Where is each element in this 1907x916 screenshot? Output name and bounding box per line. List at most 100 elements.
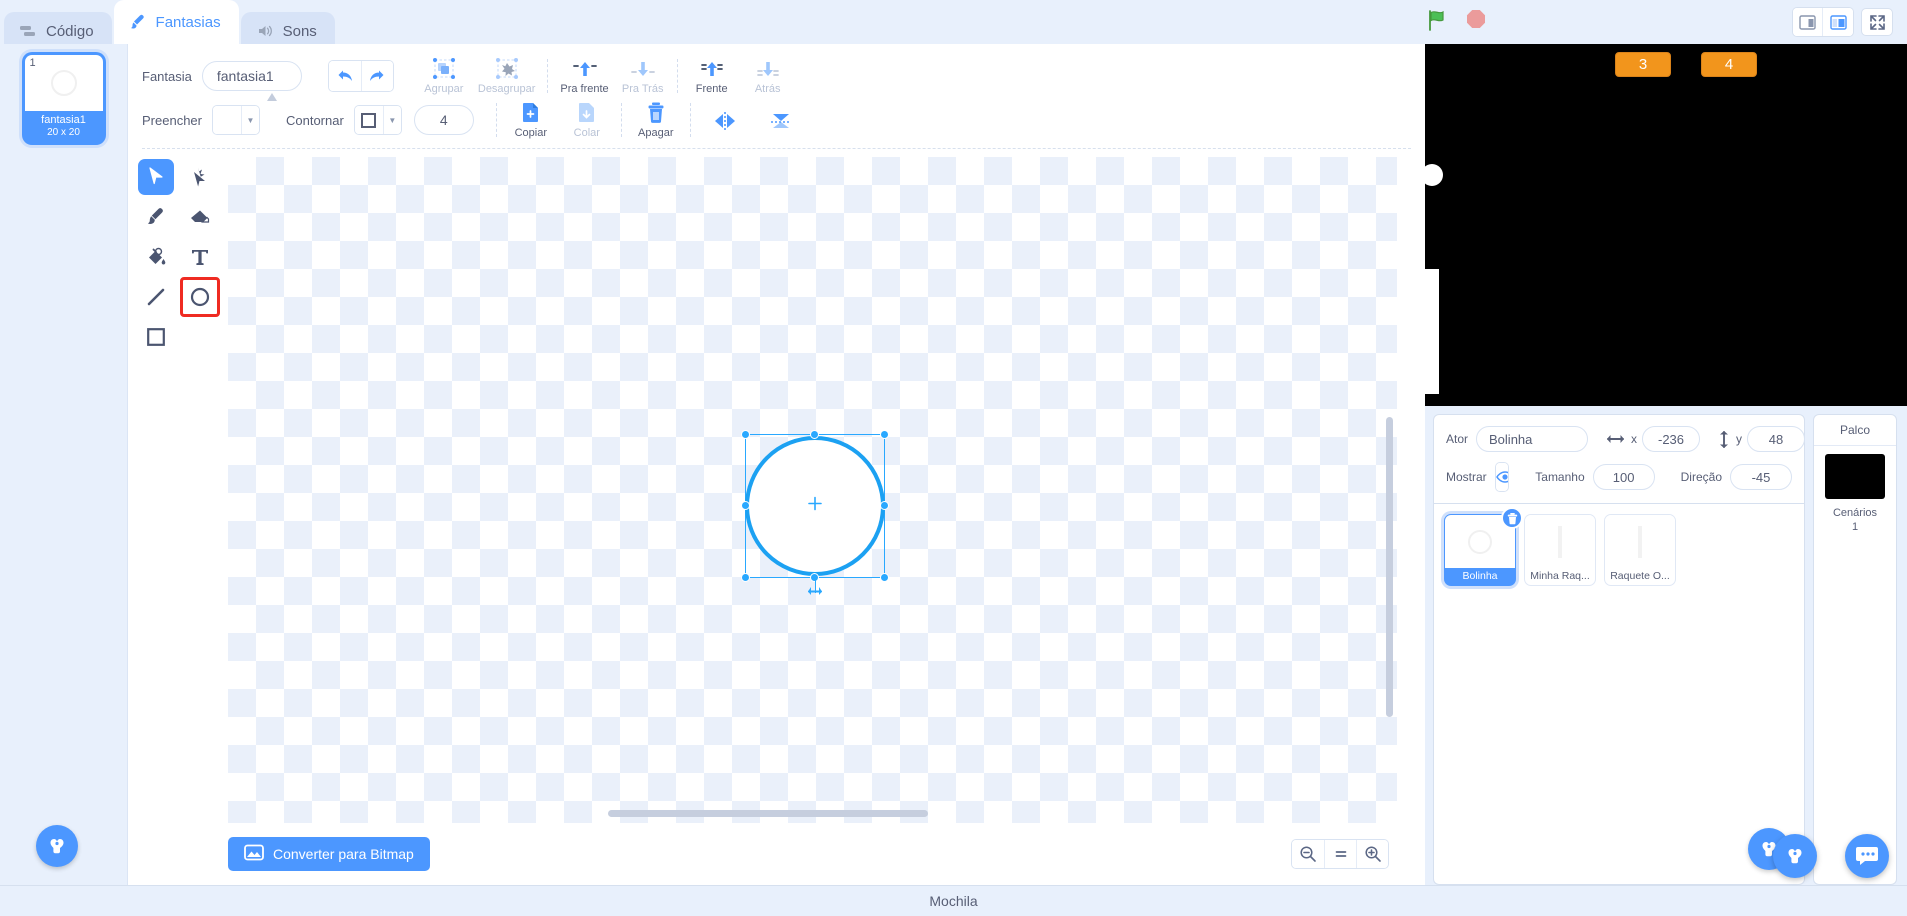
- square-outline-icon: [361, 112, 377, 128]
- resize-handle-bottom-left[interactable]: [741, 573, 750, 582]
- resize-handle-middle-right[interactable]: [880, 501, 889, 510]
- sprite-size-input[interactable]: [1592, 464, 1655, 490]
- chat-button[interactable]: [1845, 834, 1889, 878]
- costume-list-panel: 1 fantasia1 20 x 20: [0, 44, 128, 885]
- delete-button[interactable]: Apagar: [628, 101, 684, 139]
- y-label: y: [1736, 432, 1743, 446]
- circle-tool[interactable]: [180, 277, 220, 317]
- stage-selector-title: Palco: [1839, 423, 1871, 437]
- stage-size-group: [1792, 7, 1854, 37]
- rotation-handle-icon[interactable]: [807, 582, 823, 600]
- backdrops-label: Cenários: [1832, 507, 1878, 519]
- flip-horizontal-icon: [711, 108, 739, 132]
- stage-sprite-paddle-left[interactable]: [1425, 269, 1439, 394]
- stage-sprite-ball[interactable]: [1425, 164, 1443, 186]
- backward-button[interactable]: Pra Trás: [615, 57, 671, 95]
- eraser-tool[interactable]: [182, 199, 218, 235]
- group-button[interactable]: Agrupar: [416, 57, 472, 95]
- convert-to-bitmap-label: Converter para Bitmap: [273, 846, 414, 862]
- help-tutorial-button[interactable]: [1773, 834, 1817, 878]
- add-costume-button[interactable]: [36, 825, 78, 867]
- sprite-panel: Ator x: [1433, 406, 1897, 885]
- resize-handle-middle-left[interactable]: [741, 501, 750, 510]
- fullscreen-icon[interactable]: [1861, 8, 1893, 36]
- resize-handle-top-left[interactable]: [741, 430, 750, 439]
- canvas-outer: [228, 157, 1397, 823]
- delete-sprite-icon[interactable]: [1501, 507, 1523, 529]
- ungroup-button[interactable]: Desagrupar: [472, 57, 541, 95]
- stop-sign-icon[interactable]: [1465, 9, 1487, 36]
- large-stage-icon[interactable]: [1823, 8, 1853, 36]
- backdrops-count: 1: [1851, 521, 1859, 533]
- selection-box[interactable]: [741, 430, 889, 595]
- copy-label: Copiar: [514, 127, 547, 139]
- sprite-info-row-2: Mostrar Tamanho 100 Direção -45: [1446, 462, 1792, 492]
- costume-name-input[interactable]: [201, 61, 302, 91]
- main-area: 1 fantasia1 20 x 20 Fantasia fantasia1 A…: [0, 44, 1907, 885]
- outline-color-picker[interactable]: ▼: [353, 105, 402, 135]
- convert-to-bitmap-button[interactable]: Converter para Bitmap: [228, 837, 430, 871]
- flip-horizontal-button[interactable]: [697, 108, 753, 132]
- brush-tool[interactable]: [138, 199, 174, 235]
- sprite-card-raquete-oponente[interactable]: Raquete O...: [1604, 514, 1676, 586]
- vertical-arrow-icon: [1718, 430, 1730, 449]
- sprite-x-input[interactable]: [1642, 426, 1701, 452]
- forward-button[interactable]: Pra frente: [554, 57, 614, 95]
- line-tool[interactable]: [138, 279, 174, 315]
- flip-vertical-button[interactable]: [753, 108, 809, 132]
- sprite-preview-circle: [1468, 529, 1492, 554]
- tab-codigo-label: Código: [46, 22, 94, 40]
- zoom-in-icon[interactable]: [1356, 840, 1388, 868]
- front-button[interactable]: Frente: [684, 57, 740, 95]
- show-button[interactable]: [1495, 463, 1509, 491]
- copy-button[interactable]: Copiar: [503, 101, 559, 139]
- stroke-width-input[interactable]: [413, 105, 474, 135]
- backpack-bar[interactable]: Mochila: [0, 885, 1907, 916]
- stage[interactable]: 3 4: [1425, 44, 1907, 406]
- canvas-vertical-scrollbar[interactable]: [1386, 417, 1393, 717]
- sprite-name-bolinha: Bolinha: [1462, 570, 1498, 582]
- fill-color-picker[interactable]: ▼: [211, 105, 260, 135]
- stage-selector-divider: [1814, 445, 1896, 446]
- sprite-y-input[interactable]: [1747, 426, 1806, 452]
- tab-fantasias[interactable]: Fantasias: [113, 0, 239, 44]
- sprite-main-column: Ator x: [1433, 414, 1806, 885]
- paint-body: Converter para Bitmap: [128, 149, 1425, 885]
- costume-item-1[interactable]: 1 fantasia1 20 x 20: [21, 52, 106, 145]
- green-flag-icon[interactable]: [1425, 8, 1449, 37]
- undo-icon[interactable]: [328, 61, 361, 91]
- x-label: x: [1631, 432, 1638, 446]
- resize-handle-bottom-right[interactable]: [880, 573, 889, 582]
- canvas-area: Converter para Bitmap: [220, 149, 1425, 885]
- backpack-label: Mochila: [929, 893, 978, 909]
- back-button[interactable]: Atrás: [740, 57, 796, 95]
- sprite-name-input[interactable]: [1476, 426, 1589, 452]
- small-stage-icon[interactable]: [1793, 8, 1823, 36]
- zoom-out-icon[interactable]: [1292, 840, 1324, 868]
- show-label: Mostrar: [1446, 470, 1487, 484]
- redo-icon[interactable]: [360, 61, 393, 91]
- toolbar-separator-4: [620, 103, 622, 137]
- sprite-card-minha-raquete[interactable]: Minha Raq...: [1524, 514, 1596, 586]
- canvas-horizontal-scrollbar[interactable]: [608, 810, 928, 817]
- size-label: Tamanho: [1535, 470, 1585, 484]
- sprite-card-bolinha[interactable]: Bolinha: [1444, 507, 1523, 586]
- backward-label: Pra Trás: [621, 83, 664, 95]
- resize-handle-top-center[interactable]: [810, 430, 819, 439]
- drawing-canvas[interactable]: [228, 157, 1397, 823]
- rectangle-tool[interactable]: [138, 319, 174, 355]
- resize-handle-top-right[interactable]: [880, 430, 889, 439]
- top-bar: Código Fantasias Sons: [0, 0, 1907, 50]
- costume-scroll-up-icon[interactable]: [265, 90, 279, 102]
- zoom-reset-button[interactable]: [1324, 840, 1356, 868]
- paste-button[interactable]: Colar: [559, 101, 615, 139]
- sprite-direction-input[interactable]: [1730, 464, 1792, 490]
- text-tool[interactable]: [182, 239, 218, 275]
- costume-number: 1: [29, 57, 36, 69]
- stage-selector-panel[interactable]: Palco Cenários 1: [1813, 414, 1897, 885]
- toolbar-separator-3: [495, 103, 497, 137]
- reshape-tool[interactable]: [182, 159, 218, 195]
- fill-tool[interactable]: [138, 239, 174, 275]
- sprite-name-minha-raquete: Minha Raq...: [1530, 570, 1590, 582]
- select-tool[interactable]: [138, 159, 174, 195]
